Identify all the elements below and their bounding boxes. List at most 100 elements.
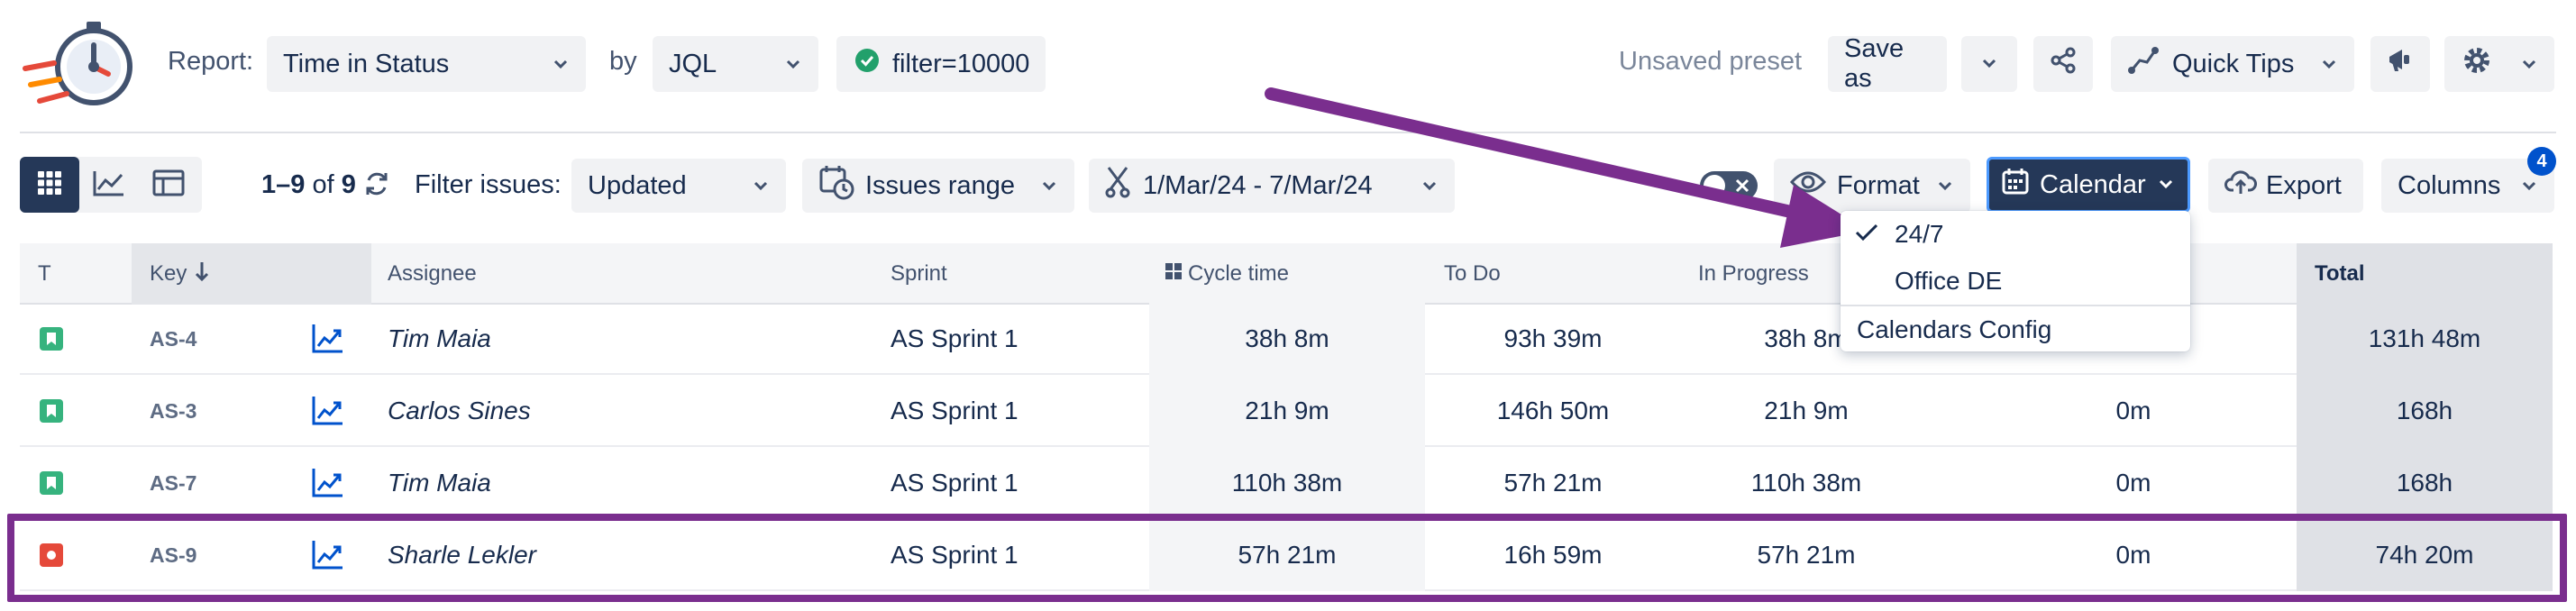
table-row[interactable]: AS-9 Sharle Lekler AS Sprint 1 57h 21m 16h 5… xyxy=(20,519,2553,591)
issue-key[interactable]: AS-9 xyxy=(150,519,196,591)
issues-range-label: Issues range xyxy=(865,170,1016,200)
gear-icon xyxy=(2461,44,2493,84)
app-logo xyxy=(18,14,135,123)
calendars-config-label: Calendars Config xyxy=(1857,315,2052,343)
date-range-button[interactable]: 1/Mar/24 - 7/Mar/24 xyxy=(1089,159,1455,213)
export-button[interactable]: Export xyxy=(2208,159,2363,213)
issue-count: 1–9 of 9 xyxy=(261,170,356,200)
chevron-down-icon xyxy=(1420,177,1439,195)
settings-button[interactable] xyxy=(2444,36,2554,92)
sprint-cell: AS Sprint 1 xyxy=(891,469,1019,497)
issue-key[interactable]: AS-3 xyxy=(150,375,196,447)
route-icon xyxy=(2127,46,2160,82)
header-cycle-time-label: Cycle time xyxy=(1188,261,1290,286)
share-button[interactable] xyxy=(2033,36,2093,92)
header-assignee[interactable]: Assignee xyxy=(388,243,477,305)
calendar-option-label: 24/7 xyxy=(1895,220,1944,248)
check-circle-icon xyxy=(854,48,880,80)
story-icon xyxy=(40,327,63,351)
status-time-cell: 0m xyxy=(2115,469,2151,497)
todo-cell: 57h 21m xyxy=(1503,469,1603,497)
chevron-down-icon xyxy=(2520,55,2538,73)
chevron-down-icon xyxy=(2157,170,2175,200)
chevron-down-icon xyxy=(784,55,802,73)
in-progress-cell: 57h 21m xyxy=(1757,541,1856,569)
unsaved-preset-label: Unsaved preset xyxy=(1619,47,1803,76)
quick-tips-label: Quick Tips xyxy=(2172,49,2295,78)
filter-issues-value: Updated xyxy=(588,170,687,200)
cycle-time-cell: 110h 38m xyxy=(1231,469,1343,497)
assignee-cell: Tim Maia xyxy=(388,324,491,352)
assignee-cell: Carlos Sines xyxy=(388,397,531,424)
total-cell: 131h 48m xyxy=(2368,324,2481,352)
columns-label: Columns xyxy=(2398,170,2501,200)
calendars-config-item[interactable]: Calendars Config xyxy=(1841,306,2190,353)
filter-issues-label: Filter issues: xyxy=(415,170,562,199)
issue-key[interactable]: AS-4 xyxy=(150,303,196,375)
toggle-knob xyxy=(1704,175,1725,196)
arrow-down-icon xyxy=(194,260,210,288)
issue-of: of xyxy=(312,170,334,199)
header-type[interactable]: T xyxy=(38,243,51,305)
grid-view-button[interactable] xyxy=(20,157,79,213)
issue-key[interactable]: AS-7 xyxy=(150,447,196,519)
sprint-cell: AS Sprint 1 xyxy=(891,324,1019,352)
quick-tips-button[interactable]: Quick Tips xyxy=(2111,36,2354,92)
issue-total: 9 xyxy=(341,170,356,199)
todo-cell: 146h 50m xyxy=(1496,397,1610,424)
chevron-down-icon xyxy=(752,177,770,195)
save-as-button[interactable]: Save as xyxy=(1828,34,1947,93)
calendar-option-24-7[interactable]: 24/7 xyxy=(1841,211,2190,258)
trend-chart-icon[interactable] xyxy=(312,395,344,430)
format-label: Format xyxy=(1837,170,1920,200)
header-cycle-time[interactable]: Cycle time xyxy=(1165,243,1289,305)
report-select[interactable]: Time in Status xyxy=(267,36,586,92)
header-sprint[interactable]: Sprint xyxy=(891,243,947,305)
calendar-label: Calendar xyxy=(2040,169,2146,199)
megaphone-icon xyxy=(2386,46,2415,82)
todo-cell: 93h 39m xyxy=(1503,324,1603,352)
story-icon xyxy=(40,399,63,423)
announcements-button[interactable] xyxy=(2370,36,2430,92)
filter-chip-label: filter=10000 xyxy=(892,49,1030,78)
calendar-button[interactable]: Calendar xyxy=(1987,157,2190,213)
table-row[interactable]: AS-7 Tim Maia AS Sprint 1 110h 38m 57h 21m 11… xyxy=(20,447,2553,519)
trend-chart-icon[interactable] xyxy=(312,323,344,358)
chart-view-button[interactable] xyxy=(79,157,139,213)
by-select-value: JQL xyxy=(669,49,717,78)
format-button[interactable]: Format xyxy=(1774,159,1970,213)
bug-icon xyxy=(40,543,63,567)
header-todo[interactable]: To Do xyxy=(1444,243,1501,305)
calendar-clock-icon xyxy=(818,164,854,207)
total-cell: 168h xyxy=(2396,397,2453,424)
filter-chip[interactable]: filter=10000 xyxy=(836,36,1046,92)
pivot-view-button[interactable] xyxy=(139,157,198,213)
cycle-time-cell: 38h 8m xyxy=(1245,324,1329,352)
table-row[interactable]: AS-3 Carlos Sines AS Sprint 1 21h 9m 146h 50… xyxy=(20,375,2553,447)
save-options-button[interactable] xyxy=(1961,36,2017,92)
cloud-upload-icon xyxy=(2224,169,2257,203)
header-total[interactable]: Total xyxy=(2315,243,2365,305)
filter-issues-select[interactable]: Updated xyxy=(571,159,786,213)
refresh-icon[interactable] xyxy=(362,169,391,203)
calendar-icon xyxy=(2002,168,2029,202)
calendar-option-office-de[interactable]: Office DE xyxy=(1841,258,2190,305)
chevron-down-icon xyxy=(1936,177,1954,195)
close-icon xyxy=(1734,178,1750,198)
by-select[interactable]: JQL xyxy=(653,36,818,92)
sprint-cell: AS Sprint 1 xyxy=(891,397,1019,424)
cycle-time-cell: 21h 9m xyxy=(1245,397,1329,424)
calendar-dropdown: 24/7 Office DE Calendars Config xyxy=(1841,211,2190,351)
header-in-progress[interactable]: In Progress xyxy=(1698,243,1809,305)
trend-chart-icon[interactable] xyxy=(312,539,344,574)
sprint-cell: AS Sprint 1 xyxy=(891,541,1019,569)
status-time-cell: 0m xyxy=(2115,397,2151,424)
by-label: by xyxy=(609,47,637,76)
total-cell: 74h 20m xyxy=(2375,541,2474,569)
toggle-switch[interactable] xyxy=(1700,171,1758,200)
scissors-icon xyxy=(1105,166,1130,205)
header-key[interactable]: Key xyxy=(150,243,210,305)
trend-chart-icon[interactable] xyxy=(312,467,344,502)
issues-range-button[interactable]: Issues range xyxy=(802,159,1074,213)
total-cell: 168h xyxy=(2396,469,2453,497)
